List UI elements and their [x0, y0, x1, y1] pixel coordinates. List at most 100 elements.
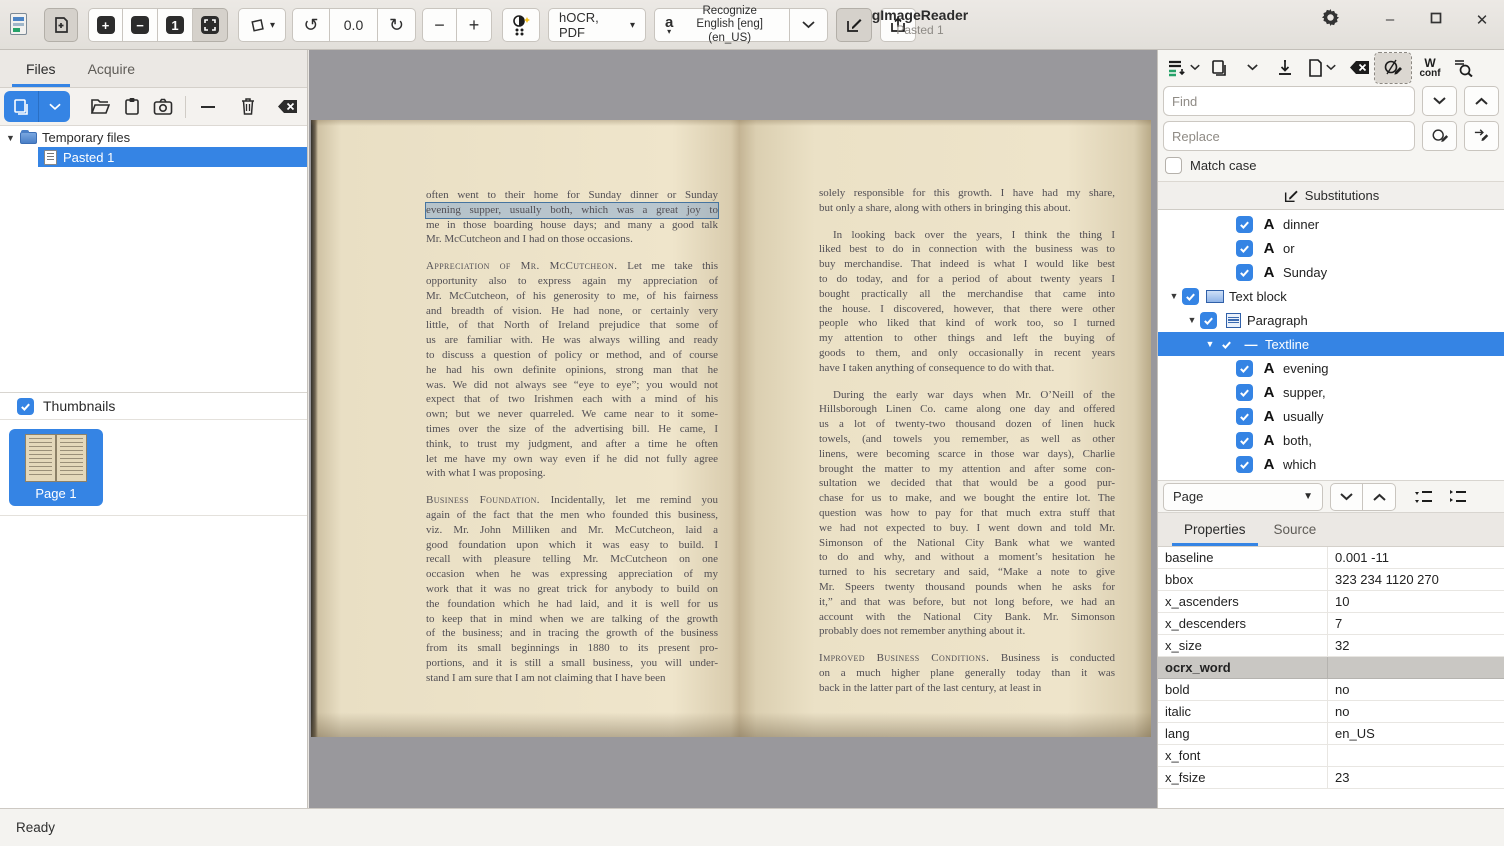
item-checkbox[interactable]	[1236, 240, 1253, 257]
tree-item-pasted-1[interactable]: Pasted 1	[38, 147, 307, 167]
hocr-tree-item-paragraph[interactable]: ▼Paragraph	[1158, 308, 1504, 332]
hocr-tree-item-sunday[interactable]: ASunday	[1158, 260, 1504, 284]
book-paragraph: In looking back over the years, I think …	[819, 228, 1115, 376]
image-controls-button[interactable]	[502, 8, 540, 42]
item-checkbox[interactable]	[1236, 456, 1253, 473]
zoom-in-button[interactable]: +	[88, 8, 123, 42]
close-button[interactable]: ✕	[1472, 11, 1492, 29]
output-format-dropdown[interactable]: hOCR, PDF ▾	[548, 8, 646, 42]
tab-files[interactable]: Files	[10, 50, 72, 87]
export-output-button[interactable]	[1301, 53, 1343, 83]
hocr-tree-item-or[interactable]: Aor	[1158, 236, 1504, 260]
property-row-italic[interactable]: italicno	[1158, 701, 1504, 723]
expander-icon[interactable]: ▼	[6, 133, 20, 143]
replace-all-button[interactable]	[1464, 121, 1499, 151]
wconf-toggle[interactable]: Wconf	[1413, 53, 1447, 83]
add-page-button[interactable]	[44, 8, 78, 42]
hocr-tree-item-both[interactable]: Aboth,	[1158, 428, 1504, 452]
minimize-button[interactable]: –	[1380, 11, 1400, 28]
zoom-out-button[interactable]: −	[123, 8, 158, 42]
save-output-button[interactable]	[1271, 53, 1299, 83]
recognize-button[interactable]: a▾ Recognize English [eng] (en_US)	[654, 8, 790, 42]
thumbnail-page-1[interactable]: Page 1	[9, 429, 103, 506]
open-output-menu-button[interactable]	[1235, 53, 1269, 83]
hocr-tree-item-text-block[interactable]: ▼Text block	[1158, 284, 1504, 308]
item-checkbox[interactable]	[1236, 264, 1253, 281]
zoom-fit-button[interactable]	[193, 8, 228, 42]
settings-button[interactable]	[1320, 8, 1340, 31]
add-images-button[interactable]	[4, 91, 38, 122]
paste-button[interactable]	[116, 91, 148, 122]
replace-input[interactable]	[1163, 121, 1415, 151]
property-row-ocrx_word[interactable]: ocrx_word	[1158, 657, 1504, 679]
hocr-tree-item-which[interactable]: Awhich	[1158, 452, 1504, 476]
tab-acquire[interactable]: Acquire	[72, 50, 151, 87]
substitutions-button[interactable]: Substitutions	[1158, 181, 1504, 210]
hocr-tree-item-textline[interactable]: ▼—Textline	[1158, 332, 1504, 356]
match-case-checkbox[interactable]	[1165, 157, 1182, 174]
book-textline: we had not expected to buy. I went down …	[819, 521, 1115, 536]
property-row-bold[interactable]: boldno	[1158, 679, 1504, 701]
rotate-mode-dropdown[interactable]: ▾	[238, 8, 286, 42]
expander-icon[interactable]: ▼	[1202, 339, 1218, 349]
clear-output-button[interactable]	[1345, 53, 1373, 83]
expander-icon[interactable]: ▼	[1166, 291, 1182, 301]
rotate-right-button[interactable]: ↻	[378, 8, 416, 42]
property-row-x_ascenders[interactable]: x_ascenders10	[1158, 591, 1504, 613]
scanned-book-image[interactable]: often went to their home for Sunday dinn…	[311, 120, 1151, 737]
delete-source-button[interactable]	[232, 91, 264, 122]
clear-sources-button[interactable]	[271, 91, 303, 122]
property-row-x_fsize[interactable]: x_fsize23	[1158, 767, 1504, 789]
find-input[interactable]	[1163, 86, 1415, 116]
item-checkbox[interactable]	[1236, 360, 1253, 377]
item-checkbox[interactable]	[1218, 336, 1235, 353]
previous-page-button[interactable]: −	[422, 8, 457, 42]
find-previous-button[interactable]	[1464, 86, 1499, 116]
collapse-all-button[interactable]	[1441, 483, 1475, 511]
property-row-baseline[interactable]: baseline0.001 -11	[1158, 547, 1504, 569]
find-next-button[interactable]	[1422, 86, 1457, 116]
navigation-target-dropdown[interactable]: Page ▼	[1163, 483, 1323, 511]
property-row-bbox[interactable]: bbox323 234 1120 270	[1158, 569, 1504, 591]
hocr-tree-item-usually[interactable]: Ausually	[1158, 404, 1504, 428]
property-row-x_font[interactable]: x_font	[1158, 745, 1504, 767]
item-checkbox[interactable]	[1200, 312, 1217, 329]
hocr-tree-item-evening[interactable]: Aevening	[1158, 356, 1504, 380]
item-checkbox[interactable]	[1236, 384, 1253, 401]
maximize-button[interactable]	[1426, 11, 1446, 28]
tree-item-temporary-files[interactable]: ▼ Temporary files	[0, 128, 307, 147]
tab-properties[interactable]: Properties	[1170, 513, 1260, 546]
item-checkbox[interactable]	[1236, 432, 1253, 449]
item-checkbox[interactable]	[1236, 216, 1253, 233]
thumbnails-checkbox[interactable]	[17, 398, 34, 415]
remove-source-button[interactable]	[192, 91, 224, 122]
find-document-button[interactable]	[1449, 53, 1477, 83]
replace-button[interactable]	[1422, 121, 1457, 151]
find-replace-toggle[interactable]	[1375, 53, 1411, 83]
hocr-tree-item-supper[interactable]: Asupper,	[1158, 380, 1504, 404]
insert-mode-button[interactable]	[1163, 53, 1203, 83]
property-row-x_descenders[interactable]: x_descenders7	[1158, 613, 1504, 635]
screenshot-button[interactable]	[147, 91, 179, 122]
expander-icon[interactable]: ▼	[1184, 315, 1200, 325]
hocr-tree-item-dinner[interactable]: Adinner	[1158, 212, 1504, 236]
plus-icon: +	[469, 16, 480, 34]
navigate-previous-button[interactable]	[1363, 483, 1396, 511]
next-page-button[interactable]: +	[457, 8, 492, 42]
expand-all-button[interactable]	[1407, 483, 1441, 511]
book-textline: back in the latter part of the last cent…	[819, 681, 1115, 696]
document-canvas[interactable]: often went to their home for Sunday dinn…	[309, 50, 1157, 808]
property-row-lang[interactable]: langen_US	[1158, 723, 1504, 745]
tab-source[interactable]: Source	[1260, 513, 1331, 546]
rotation-angle-value[interactable]: 0.0	[330, 8, 378, 42]
rotate-left-button[interactable]: ↺	[292, 8, 330, 42]
item-label: supper,	[1283, 385, 1326, 400]
open-output-button[interactable]	[1205, 53, 1233, 83]
property-row-x_size[interactable]: x_size32	[1158, 635, 1504, 657]
item-checkbox[interactable]	[1236, 408, 1253, 425]
navigate-next-button[interactable]	[1330, 483, 1363, 511]
zoom-original-button[interactable]: 1	[158, 8, 193, 42]
add-images-menu-button[interactable]	[38, 91, 70, 122]
open-folder-button[interactable]	[84, 91, 116, 122]
item-checkbox[interactable]	[1182, 288, 1199, 305]
